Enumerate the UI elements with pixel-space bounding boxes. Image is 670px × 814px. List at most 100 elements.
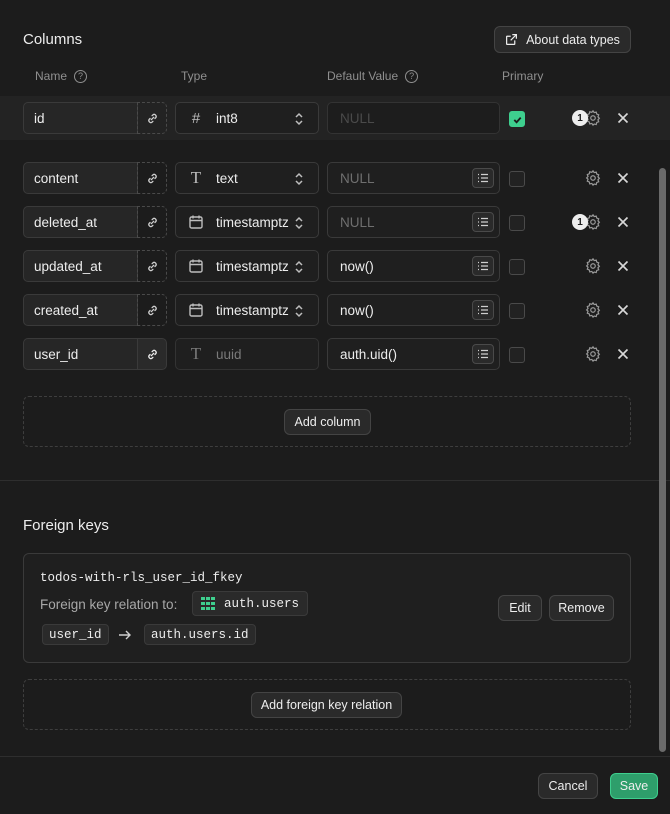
add-column-button[interactable]: Add column (284, 409, 371, 435)
column-type-value: int8 (216, 110, 238, 126)
primary-key-checkbox[interactable] (509, 347, 525, 363)
header-default-value: Default Value ? (327, 69, 419, 83)
column-name-input[interactable]: id (23, 102, 138, 134)
column-type-select[interactable]: # int8 (175, 102, 319, 134)
side-panel-scroll-area[interactable]: Columns About data types Name ? Type Def… (0, 0, 670, 756)
foreign-key-link-button[interactable] (137, 162, 167, 194)
default-value-text: now() (340, 258, 374, 274)
column-name-input[interactable]: content (23, 162, 138, 194)
default-value-text: NULL (340, 170, 375, 186)
column-name-input[interactable]: deleted_at (23, 206, 138, 238)
default-value-suggestions-button[interactable] (472, 344, 494, 364)
gear-icon[interactable] (584, 169, 602, 187)
fk-relation-table: auth.users (224, 596, 300, 611)
column-name-input[interactable]: updated_at (23, 250, 138, 282)
list-icon (478, 349, 488, 359)
primary-key-checkbox[interactable] (509, 111, 525, 127)
list-icon (478, 305, 488, 315)
column-name-input[interactable]: created_at (23, 294, 138, 326)
link-icon (147, 173, 157, 183)
text-type-icon: T (190, 344, 202, 363)
column-type-select[interactable]: T text (175, 162, 319, 194)
foreign-keys-section-title: Foreign keys (23, 517, 109, 534)
default-value-input[interactable]: now() (327, 250, 500, 282)
fk-constraint-name: todos-with-rls_user_id_fkey (40, 571, 243, 585)
help-icon[interactable]: ? (74, 69, 88, 83)
column-row-user-id: user_id T uuid auth.uid() (0, 332, 670, 376)
gear-icon[interactable] (584, 345, 602, 363)
scrollbar-thumb[interactable] (659, 168, 666, 752)
save-button[interactable]: Save (610, 773, 658, 799)
header-name-label: Name (35, 69, 68, 83)
default-value-suggestions-button[interactable] (472, 300, 494, 320)
fk-remove-button[interactable]: Remove (549, 595, 614, 621)
close-icon[interactable] (615, 346, 631, 362)
column-name-input[interactable]: user_id (23, 338, 138, 370)
panel-footer: Cancel Save (0, 756, 670, 814)
column-row-updated-at: updated_at timestamptz now() (0, 244, 670, 288)
chevron-up-down-icon (295, 260, 303, 274)
gear-icon[interactable] (584, 257, 602, 275)
default-value-text: now() (340, 302, 374, 318)
foreign-key-link-button[interactable] (137, 206, 167, 238)
section-divider (0, 480, 670, 481)
foreign-key-card: todos-with-rls_user_id_fkey Foreign key … (23, 553, 631, 663)
default-value-suggestions-button[interactable] (472, 212, 494, 232)
about-data-types-label: About data types (526, 32, 620, 47)
column-row-id: id # int8 NULL 1 (0, 96, 670, 140)
default-value-suggestions-button[interactable] (472, 256, 494, 276)
foreign-key-link-button[interactable] (137, 102, 167, 134)
primary-key-checkbox[interactable] (509, 171, 525, 187)
column-type-select[interactable]: timestamptz (175, 250, 319, 282)
header-type-label: Type (181, 69, 208, 83)
link-icon (147, 349, 157, 359)
default-value-input[interactable]: NULL (327, 206, 500, 238)
notification-badge: 1 (572, 214, 588, 230)
column-type-value: uuid (216, 346, 242, 362)
header-name: Name ? (35, 69, 88, 83)
header-type: Type (181, 69, 207, 83)
column-type-value: timestamptz (216, 214, 289, 230)
list-icon (478, 173, 488, 183)
list-icon (478, 217, 488, 227)
default-value-input[interactable]: auth.uid() (327, 338, 500, 370)
close-icon[interactable] (615, 214, 631, 230)
column-row-created-at: created_at timestamptz now() (0, 288, 670, 332)
link-icon (147, 113, 157, 123)
help-icon[interactable]: ? (405, 69, 419, 83)
default-value-input[interactable]: NULL (327, 162, 500, 194)
external-link-icon (506, 34, 518, 45)
add-foreign-key-button[interactable]: Add foreign key relation (251, 692, 402, 718)
default-value-input[interactable]: now() (327, 294, 500, 326)
close-icon[interactable] (615, 258, 631, 274)
foreign-key-link-button[interactable] (137, 338, 167, 370)
table-icon (201, 596, 215, 610)
column-type-select[interactable]: timestamptz (175, 206, 319, 238)
header-default-label: Default Value (327, 69, 399, 83)
close-icon[interactable] (615, 302, 631, 318)
column-type-value: text (216, 170, 238, 186)
chevron-up-down-icon (295, 304, 303, 318)
primary-key-checkbox[interactable] (509, 303, 525, 319)
column-type-select[interactable]: timestamptz (175, 294, 319, 326)
close-icon[interactable] (615, 170, 631, 186)
list-icon (478, 261, 488, 271)
cancel-button[interactable]: Cancel (538, 773, 598, 799)
header-primary-label: Primary (502, 69, 544, 83)
default-value-text: auth.uid() (340, 346, 398, 362)
primary-key-checkbox[interactable] (509, 215, 525, 231)
fk-edit-button[interactable]: Edit (498, 595, 542, 621)
calendar-icon (189, 303, 203, 317)
link-icon (147, 217, 157, 227)
about-data-types-button[interactable]: About data types (494, 26, 631, 53)
gear-icon[interactable] (584, 301, 602, 319)
primary-key-checkbox[interactable] (509, 259, 525, 275)
default-value-suggestions-button[interactable] (472, 168, 494, 188)
column-row-content: content T text NULL (0, 156, 670, 200)
column-type-value: timestamptz (216, 258, 289, 274)
notification-badge: 1 (572, 110, 588, 126)
foreign-key-link-button[interactable] (137, 294, 167, 326)
foreign-key-link-button[interactable] (137, 250, 167, 282)
text-type-icon: T (190, 168, 202, 187)
close-icon[interactable] (615, 110, 631, 126)
